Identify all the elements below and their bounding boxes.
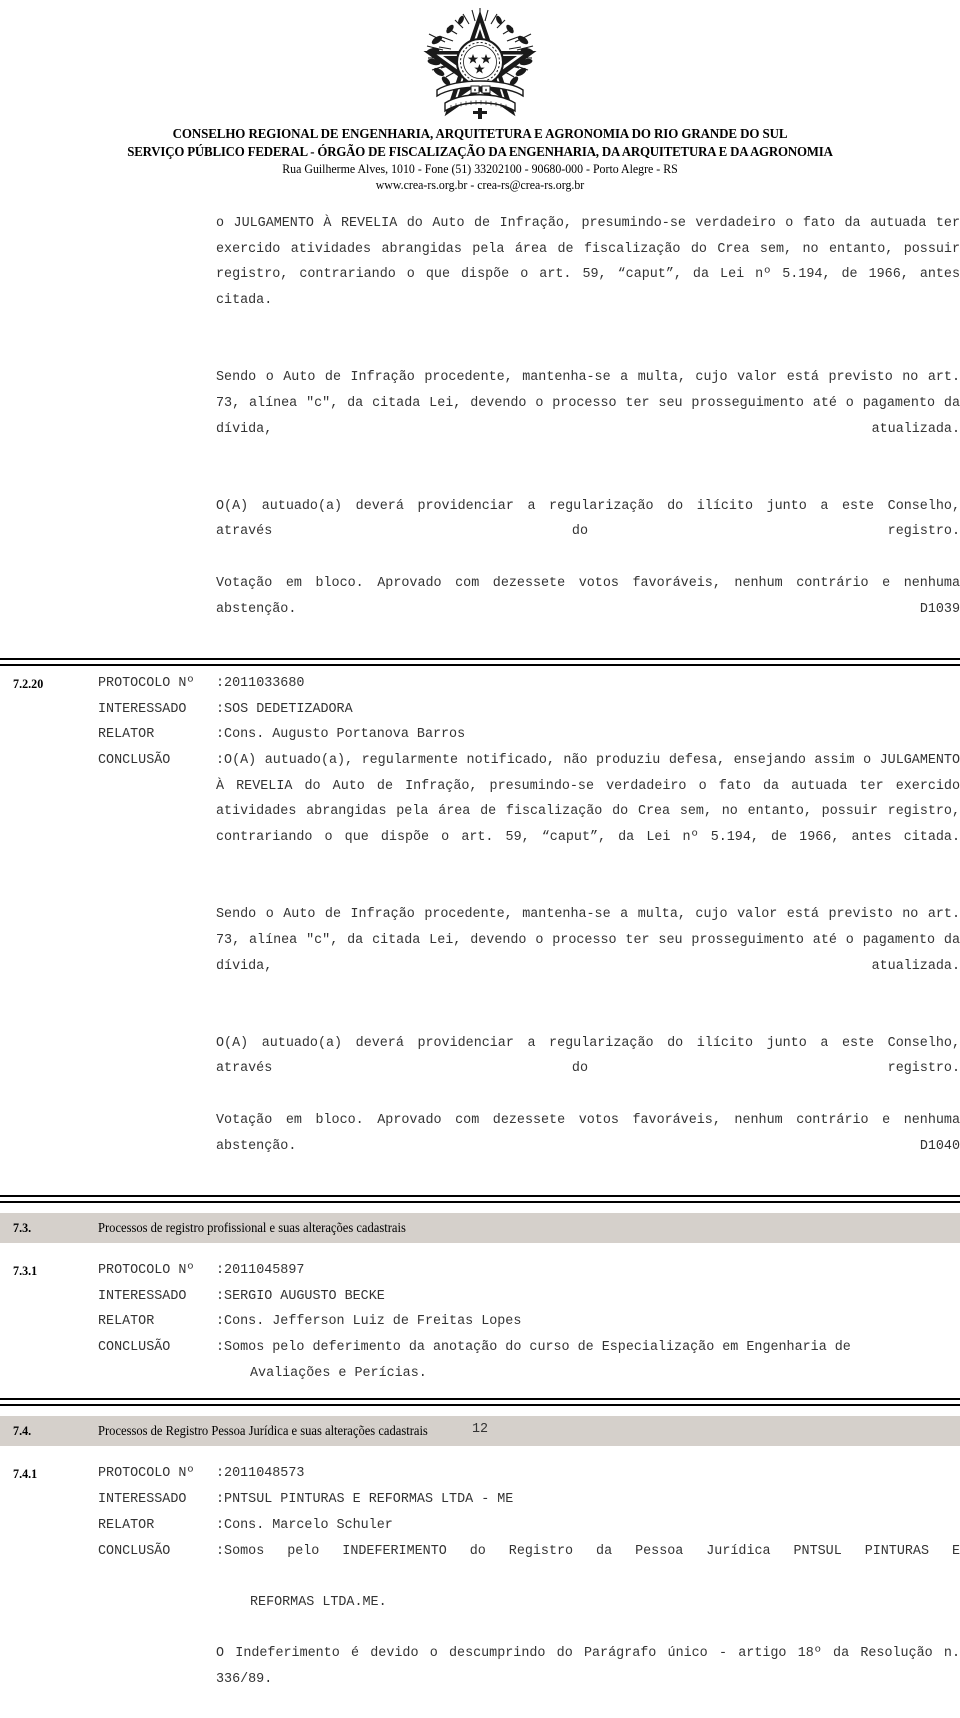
- organization-name-line-1: CONSELHO REGIONAL DE ENGENHARIA, ARQUITE…: [172, 126, 788, 141]
- paragraph-continuation-1: o JULGAMENTO À REVELIA do Auto de Infraç…: [216, 216, 960, 309]
- colon-separator: :: [216, 753, 225, 769]
- field-value-conclusao: :Somos pelo deferimento da anotação do c…: [216, 1335, 960, 1361]
- field-value-protocolo: :2011048573: [216, 1461, 960, 1487]
- protocolo-number: 2011033680: [224, 675, 305, 691]
- field-conclusao: CONCLUSÃO :Somos pelo INDEFERIMENTO do R…: [98, 1539, 960, 1590]
- section-separator-rule: [0, 1398, 960, 1407]
- interessado-name: SERGIO AUGUSTO BECKE: [224, 1288, 385, 1304]
- field-value-conclusao: :O(A) autuado(a), regularmente notificad…: [216, 748, 960, 877]
- field-label-conclusao: CONCLUSÃO: [98, 1340, 171, 1356]
- section-header-7-3: 7.3. Processos de registro profissional …: [0, 1212, 960, 1243]
- field-label-interessado: INTERESSADO: [98, 1492, 187, 1508]
- conclusao-paragraph-3: Votação em bloco. Aprovado com dezessete…: [216, 1112, 960, 1154]
- field-interessado: INTERESSADO :PNTSUL PINTURAS E REFORMAS …: [98, 1487, 960, 1513]
- document-body: o JULGAMENTO À REVELIA do Auto de Infraç…: [0, 193, 960, 1718]
- field-conclusao: CONCLUSÃO :Somos pelo deferimento da ano…: [98, 1335, 960, 1361]
- website-email-line: www.crea-rs.org.br - crea-rs@crea-rs.org…: [375, 178, 585, 192]
- interessado-name: PNTSUL PINTURAS E REFORMAS LTDA - ME: [224, 1492, 514, 1508]
- conclusao-text: Somos pelo INDEFERIMENTO do Registro da …: [224, 1543, 960, 1559]
- conclusao-paragraph-1: O Indeferimento é devido o descumprindo …: [216, 1646, 960, 1688]
- protocol-item-7-3-1: 7.3.1 PROTOCOLO Nº :2011045897 INTERESSA…: [0, 1258, 960, 1387]
- item-body: PROTOCOLO Nº :2011033680 INTERESSADO :SO…: [98, 671, 960, 1185]
- protocolo-number: 2011045897: [224, 1262, 305, 1278]
- item-number: 7.2.20: [13, 675, 44, 691]
- address-line: Rua Guilherme Alves, 1010 - Fone (51) 33…: [282, 162, 678, 176]
- field-value-relator: :Cons. Jefferson Luiz de Freitas Lopes: [216, 1309, 960, 1335]
- paragraph-continuation-2: Sendo o Auto de Infração procedente, man…: [216, 370, 960, 437]
- field-label-conclusao: CONCLUSÃO: [98, 1543, 171, 1559]
- section-separator-rule: [0, 1194, 960, 1204]
- field-label-relator: RELATOR: [98, 1314, 155, 1330]
- field-value-conclusao: :Somos pelo INDEFERIMENTO do Registro da…: [216, 1539, 960, 1590]
- item-number: 7.4.1: [13, 1466, 38, 1482]
- conclusao-continuation: Avaliações e Perícias.: [250, 1365, 427, 1381]
- colon-separator: :: [216, 675, 225, 691]
- field-value-interessado: :SERGIO AUGUSTO BECKE: [216, 1284, 960, 1310]
- field-value-relator: :Cons. Marcelo Schuler: [216, 1513, 960, 1539]
- brazil-coat-of-arms-icon: [423, 8, 537, 119]
- colon-separator: :: [216, 701, 225, 717]
- colon-separator: :: [216, 1466, 225, 1482]
- colon-separator: :: [216, 1288, 225, 1304]
- relator-name: Cons. Jefferson Luiz de Freitas Lopes: [224, 1314, 522, 1330]
- conclusao-continuation: REFORMAS LTDA.ME.: [250, 1594, 387, 1610]
- field-relator: RELATOR :Cons. Marcelo Schuler: [98, 1513, 960, 1539]
- conclusao-text: O(A) autuado(a), regularmente notificado…: [216, 753, 960, 846]
- protocol-item-7-2-20: 7.2.20 PROTOCOLO Nº :2011033680 INTERESS…: [0, 671, 960, 1185]
- section-title: Processos de registro profissional e sua…: [98, 1219, 406, 1235]
- field-label-protocolo: PROTOCOLO Nº: [98, 675, 195, 691]
- field-label-protocolo: PROTOCOLO Nº: [98, 1262, 195, 1278]
- conclusao-paragraph-1: Sendo o Auto de Infração procedente, man…: [216, 907, 960, 974]
- interessado-name: SOS DEDETIZADORA: [224, 701, 353, 717]
- field-interessado: INTERESSADO :SERGIO AUGUSTO BECKE: [98, 1284, 960, 1310]
- section-number: 7.3.: [13, 1219, 32, 1235]
- colon-separator: :: [216, 1492, 225, 1508]
- field-interessado: INTERESSADO :SOS DEDETIZADORA: [98, 697, 960, 723]
- conclusao-text: Somos pelo deferimento da anotação do cu…: [224, 1340, 851, 1356]
- field-label-protocolo: PROTOCOLO Nº: [98, 1466, 195, 1482]
- colon-separator: :: [216, 1340, 225, 1356]
- field-value-interessado: :SOS DEDETIZADORA: [216, 697, 960, 723]
- paragraph-continuation-3: O(A) autuado(a) deverá providenciar a re…: [216, 498, 960, 540]
- organization-name-line-2: SERVIÇO PÚBLICO FEDERAL - ÓRGÃO DE FISCA…: [127, 144, 833, 159]
- item-body: PROTOCOLO Nº :2011045897 INTERESSADO :SE…: [98, 1258, 960, 1387]
- field-protocolo: PROTOCOLO Nº :2011045897: [98, 1258, 960, 1284]
- field-relator: RELATOR :Cons. Jefferson Luiz de Freitas…: [98, 1309, 960, 1335]
- field-value-interessado: :PNTSUL PINTURAS E REFORMAS LTDA - ME: [216, 1487, 960, 1513]
- field-value-relator: :Cons. Augusto Portanova Barros: [216, 722, 960, 748]
- item-number: 7.3.1: [13, 1262, 38, 1278]
- field-protocolo: PROTOCOLO Nº :2011048573: [98, 1461, 960, 1487]
- field-label-interessado: INTERESSADO: [98, 1288, 187, 1304]
- field-label-relator: RELATOR: [98, 1517, 155, 1533]
- protocolo-number: 2011048573: [224, 1466, 305, 1482]
- field-label-interessado: INTERESSADO: [98, 701, 187, 717]
- field-relator: RELATOR :Cons. Augusto Portanova Barros: [98, 722, 960, 748]
- item-body: PROTOCOLO Nº :2011048573 INTERESSADO :PN…: [98, 1461, 960, 1718]
- field-value-protocolo: :2011033680: [216, 671, 960, 697]
- colon-separator: :: [216, 1314, 225, 1330]
- colon-separator: :: [216, 727, 225, 743]
- document-header: CONSELHO REGIONAL DE ENGENHARIA, ARQUITE…: [0, 0, 960, 193]
- relator-name: Cons. Augusto Portanova Barros: [224, 727, 466, 743]
- field-conclusao: CONCLUSÃO :O(A) autuado(a), regularmente…: [98, 748, 960, 877]
- field-protocolo: PROTOCOLO Nº :2011033680: [98, 671, 960, 697]
- field-label-conclusao: CONCLUSÃO: [98, 753, 171, 769]
- colon-separator: :: [216, 1517, 225, 1533]
- relator-name: Cons. Marcelo Schuler: [224, 1517, 393, 1533]
- section-separator-rule: [0, 657, 960, 667]
- paragraph-continuation-4: Votação em bloco. Aprovado com dezessete…: [216, 575, 960, 617]
- protocol-item-7-4-1: 7.4.1 PROTOCOLO Nº :2011048573 INTERESSA…: [0, 1461, 960, 1718]
- colon-separator: :: [216, 1262, 225, 1278]
- conclusao-paragraph-2: O(A) autuado(a) deverá providenciar a re…: [216, 1035, 960, 1077]
- field-value-protocolo: :2011045897: [216, 1258, 960, 1284]
- colon-separator: :: [216, 1543, 225, 1559]
- page-number: 12: [471, 1422, 489, 1437]
- field-label-relator: RELATOR: [98, 727, 155, 743]
